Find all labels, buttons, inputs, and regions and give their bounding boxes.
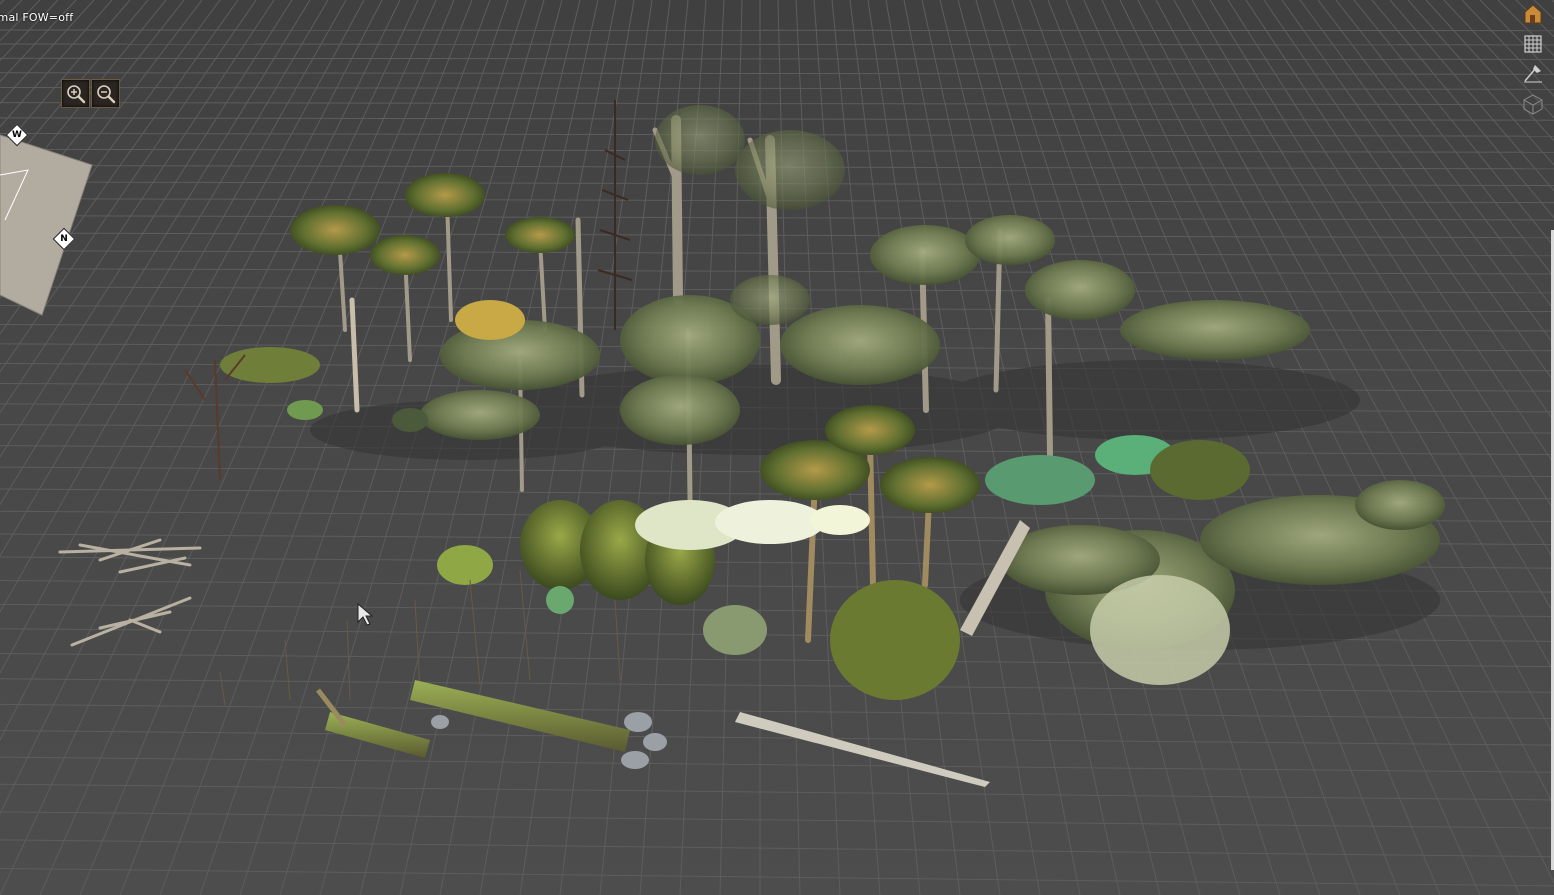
minimap[interactable] [0, 125, 100, 325]
grid-line [903, 0, 1081, 895]
wireframe-tool-button[interactable] [1522, 93, 1544, 115]
grid-line [0, 43, 1554, 46]
grid-line [0, 57, 1554, 60]
grid-line [0, 87, 1554, 90]
mossy-logs [316, 680, 667, 769]
grid-line [0, 29, 1554, 32]
grid-line [0, 867, 1554, 887]
paint-brush-icon [1524, 65, 1542, 83]
grid-line [921, 0, 1121, 895]
grid-icon [1524, 35, 1542, 53]
grid-line [0, 703, 1554, 720]
grid-line [1191, 0, 1554, 615]
zoom-out-icon [96, 84, 115, 103]
scene-canvas [0, 0, 1554, 895]
debug-status-line: rmal FOW=off [0, 11, 74, 24]
zoom-in-icon [66, 84, 85, 103]
zoom-in-button[interactable] [61, 79, 90, 108]
compass-north-label: N [60, 234, 68, 244]
grid-line [0, 811, 1554, 829]
grid-line [0, 117, 1554, 121]
3d-viewport[interactable]: W N rmal FOW=off [0, 0, 1554, 895]
grid-line [1209, 0, 1554, 561]
zoom-out-button[interactable] [91, 79, 120, 108]
grid-line [0, 102, 1554, 106]
grid-line [1263, 0, 1554, 423]
grid-line [0, 678, 1554, 693]
grid-toggle-button[interactable] [1522, 33, 1544, 55]
building-tool-button[interactable] [1522, 3, 1544, 25]
grid-line [0, 756, 1554, 773]
right-toolbar [1514, 0, 1554, 895]
paint-tool-button[interactable] [1522, 62, 1544, 84]
house-icon [1524, 4, 1542, 24]
wireframe-cube-icon [1523, 94, 1543, 115]
grid-line [0, 72, 1554, 75]
compass-west-label: W [12, 130, 22, 140]
grid-line [0, 839, 1554, 858]
grid-line [0, 653, 1554, 668]
